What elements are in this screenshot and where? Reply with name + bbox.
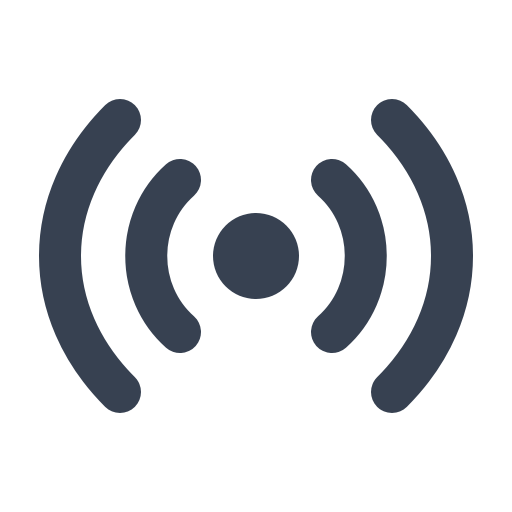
inner-right-arc — [311, 159, 387, 353]
outer-right-arc — [371, 99, 473, 413]
outer-left-arc — [39, 99, 141, 413]
broadcast-icon — [0, 0, 512, 512]
broadcast-icon-svg — [39, 99, 473, 413]
inner-left-arc — [125, 159, 201, 353]
center-dot — [213, 213, 299, 299]
